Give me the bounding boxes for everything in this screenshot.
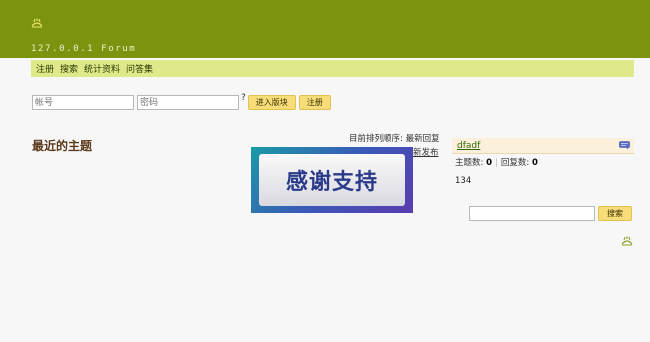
nav-register[interactable]: 注册: [36, 62, 54, 75]
register-button[interactable]: 注册: [298, 95, 331, 110]
search-input[interactable]: [469, 206, 595, 221]
sort-latest-reply-link[interactable]: 最新回复: [406, 134, 440, 144]
forgot-password-link[interactable]: ?: [241, 93, 246, 103]
board-number: 134: [455, 176, 472, 186]
clover-footer-icon[interactable]: [621, 236, 633, 246]
sort-label-text: 目前排列顺序:: [349, 134, 406, 144]
stats-divider: |: [495, 158, 498, 168]
recent-topics-title: 最近的主题: [32, 139, 93, 153]
sort-order: 目前排列顺序: 最新回复: [349, 132, 440, 144]
main-nav: 注册 搜索 统计资料 问答集: [31, 60, 634, 77]
topics-label: 主题数:: [455, 158, 487, 168]
nav-statistics[interactable]: 统计资料: [84, 62, 120, 75]
search-form: 搜索: [469, 206, 632, 221]
password-input[interactable]: [137, 95, 239, 110]
login-form: ? 进入版块 注册: [32, 93, 331, 110]
board-stats: 主题数: 0 | 回复数: 0: [455, 156, 538, 168]
banner-text: 感谢支持: [259, 154, 405, 206]
site-title: 127.0.0.1 Forum: [31, 44, 137, 54]
board-name-link[interactable]: dfadf: [457, 141, 480, 151]
site-header: 127.0.0.1 Forum: [0, 0, 650, 58]
search-button[interactable]: 搜索: [598, 206, 632, 221]
enter-board-button[interactable]: 进入版块: [247, 95, 296, 110]
replies-count: 0: [531, 158, 538, 168]
clover-logo-icon[interactable]: [31, 18, 43, 28]
account-input[interactable]: [32, 95, 134, 110]
sort-new-post-link[interactable]: 新发布: [413, 146, 439, 158]
topics-count: 0: [486, 158, 492, 168]
nav-faq[interactable]: 问答集: [126, 62, 153, 75]
chat-bubble-icon[interactable]: [619, 141, 630, 150]
replies-label: 回复数:: [500, 158, 532, 168]
nav-search[interactable]: 搜索: [60, 62, 78, 75]
board-card: dfadf: [452, 138, 634, 154]
thanks-banner[interactable]: 感谢支持: [251, 147, 413, 213]
